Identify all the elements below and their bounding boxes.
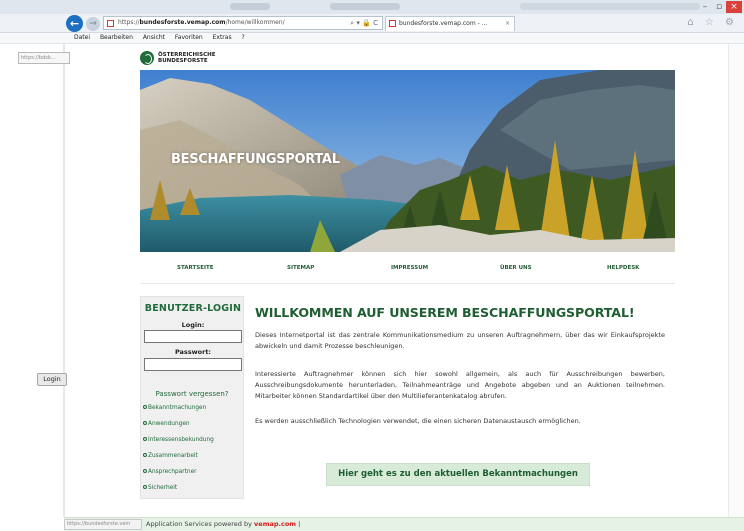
nav-divider [140, 283, 675, 284]
menu-help[interactable]: ? [242, 34, 245, 41]
window-titlebar: – ▫ × [0, 0, 744, 14]
minimize-icon[interactable]: – [698, 1, 712, 13]
hero-banner: BESCHAFFUNGSPORTAL [140, 70, 675, 252]
nav-sitemap[interactable]: SITEMAP [287, 265, 314, 271]
login-title: BENUTZER-LOGIN [144, 303, 242, 314]
bullet-circle-icon [143, 485, 147, 489]
blurred-tab-strip [330, 3, 400, 10]
logo-line-2: BUNDESFORSTE [158, 58, 208, 64]
login-label: Login: [181, 321, 205, 329]
sidebar-item-label: Ansprechpartner [148, 469, 197, 475]
sidebar-item-label: Sicherheit [148, 485, 178, 491]
blurred-tab-strip [520, 3, 700, 10]
sidebar-item-label: Interessensbekundung [148, 437, 214, 443]
bullet-circle-icon [143, 421, 147, 425]
menu-bearbeiten[interactable]: Bearbeiten [100, 34, 133, 41]
maximize-icon[interactable]: ▫ [712, 1, 726, 13]
tab-close-icon[interactable]: × [505, 17, 510, 30]
sidebar-item-sicherheit[interactable]: Sicherheit [143, 485, 177, 491]
sidebar-item-bekanntmachungen[interactable]: Bekanntmachungen [143, 405, 206, 411]
address-bar[interactable]: https://bundesforste.vemap.com/home/will… [103, 16, 383, 30]
address-actions-icon[interactable]: ⌕ ▾ 🔒 C [350, 17, 378, 29]
tab-favicon [389, 20, 396, 27]
vertical-scrollbar[interactable] [728, 44, 744, 517]
browser-toolbar: ← → https://bundesforste.vemap.com/home/… [0, 14, 744, 33]
page-title: WILLKOMMEN AUF UNSEREM BESCHAFFUNGSPORTA… [255, 305, 635, 320]
nav-helpdesk[interactable]: HELPDESK [607, 265, 639, 271]
contractors-paragraph: Interessierte Auftragnehmer können sich … [255, 370, 665, 400]
password-label: Passwort: [174, 348, 212, 356]
back-arrow-icon[interactable]: ← [66, 15, 83, 32]
menu-extras[interactable]: Extras [213, 34, 232, 41]
site-favicon [107, 20, 114, 27]
footer-powered-by: Application Services powered by [146, 520, 255, 528]
footer-vemap-link[interactable]: vemap.com [254, 520, 296, 528]
sidebar-item-interessensbekundung[interactable]: Interessensbekundung [143, 437, 214, 443]
close-window-icon[interactable]: × [726, 1, 742, 13]
menu-favoriten[interactable]: Favoriten [175, 34, 203, 41]
address-path: /home/willkommen/ [225, 19, 285, 26]
nav-startseite[interactable]: STARTSEITE [177, 265, 214, 271]
forward-arrow-icon[interactable]: → [86, 17, 100, 31]
menu-datei[interactable]: Datei [74, 34, 90, 41]
sidebar-item-label: Anwendungen [148, 421, 190, 427]
menu-bar: Datei Bearbeiten Ansicht Favoriten Extra… [0, 33, 744, 44]
browser-tools-icons[interactable]: ⌂ ☆ ⚙ [687, 17, 738, 28]
footer-suffix: | [296, 520, 301, 528]
nav-impressum[interactable]: IMPRESSUM [391, 265, 428, 271]
sidebar-item-label: Zusammenarbeit [148, 453, 198, 459]
announcements-button[interactable]: Hier geht es zu den aktuellen Bekanntmac… [326, 463, 590, 486]
password-input[interactable] [144, 358, 242, 371]
logo-text: ÖSTERREICHISCHE BUNDESFORSTE [158, 52, 215, 64]
left-gutter [0, 44, 64, 517]
footer-text: Application Services powered by vemap.co… [146, 518, 300, 530]
login-button[interactable]: Login [37, 373, 67, 386]
blurred-tab-strip [230, 3, 270, 10]
menu-ansicht[interactable]: Ansicht [143, 34, 165, 41]
main-navigation: STARTSEITE SITEMAP IMPRESSUM ÜBER UNS HE… [140, 262, 675, 274]
sidebar-item-zusammenarbeit[interactable]: Zusammenarbeit [143, 453, 198, 459]
login-input[interactable] [144, 330, 242, 343]
hero-title: BESCHAFFUNGSPORTAL [171, 152, 340, 167]
address-prefix: https:// [118, 19, 140, 26]
page-footer: https://bundesforste.vem Application Ser… [64, 517, 744, 531]
security-paragraph: Es werden ausschließlich Technologien ve… [255, 417, 581, 425]
bullet-circle-icon [143, 469, 147, 473]
status-bar-url: https://bundesforste.vem [64, 519, 142, 530]
sidebar-item-ansprechpartner[interactable]: Ansprechpartner [143, 469, 197, 475]
bundesforste-logo-icon [140, 51, 154, 65]
bullet-circle-icon [143, 437, 147, 441]
link-tooltip: https://bdsk... [18, 52, 70, 64]
browser-tab[interactable]: bundesforste.vemap.com - ... × [385, 16, 515, 31]
sidebar-item-label: Bekanntmachungen [148, 405, 207, 411]
nav-ueber-uns[interactable]: ÜBER UNS [500, 265, 532, 271]
sidebar-item-anwendungen[interactable]: Anwendungen [143, 421, 190, 427]
tab-title: bundesforste.vemap.com - ... [399, 20, 488, 27]
page-left-edge [63, 44, 65, 517]
address-host: bundesforste.vemap.com [139, 19, 226, 26]
intro-paragraph: Dieses Internetportal ist das zentrale K… [255, 331, 665, 350]
forgot-password-link[interactable]: Passwort vergessen? [140, 390, 244, 398]
bullet-circle-icon [143, 453, 147, 457]
bullet-circle-icon [143, 405, 147, 409]
logo[interactable]: ÖSTERREICHISCHE BUNDESFORSTE [140, 50, 215, 66]
